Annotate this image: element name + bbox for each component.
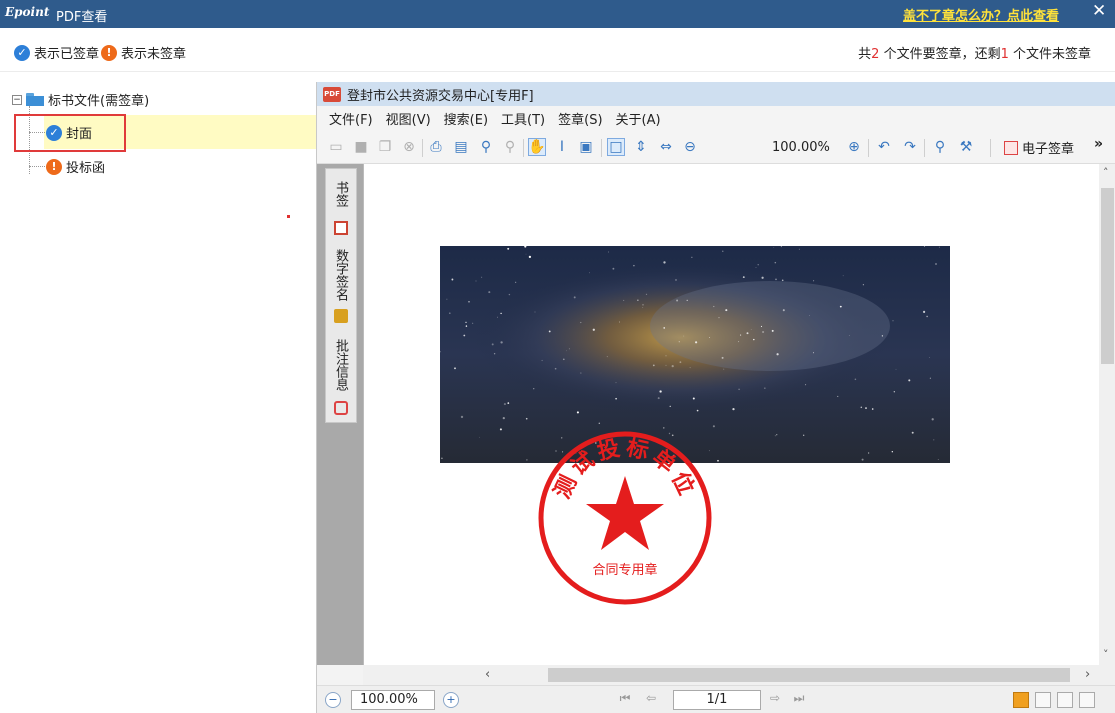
- legend-unsigned: ! 表示未签章: [101, 43, 186, 62]
- zoom-in-icon[interactable]: ⊕: [845, 138, 863, 156]
- file-tree: − 标书文件(需签章) ✓ 封面 ! 投标函: [0, 82, 316, 713]
- prev-page-icon[interactable]: ⇦: [641, 691, 661, 709]
- close-doc-icon[interactable]: ⊗: [400, 138, 418, 156]
- print-icon[interactable]: ⎙: [427, 138, 445, 156]
- vertical-scrollbar[interactable]: ˄ ˅: [1099, 164, 1115, 665]
- snapshot-icon[interactable]: ▣: [577, 138, 595, 156]
- menu-view[interactable]: 视图(V): [386, 109, 431, 128]
- toolbar: ▭ ■ ❐ ⊗ ⎙ ▤ ⚲ ⚲ ✋ I ▣ □ ⇕ ⇔ ⊖ 100.00% ⊕ …: [317, 130, 1115, 164]
- find-icon[interactable]: ⚲: [477, 138, 495, 156]
- rotate-left-icon[interactable]: ↶: [875, 138, 893, 156]
- fit-width-icon[interactable]: ⇔: [657, 138, 675, 156]
- toolbar-more-icon[interactable]: »: [1094, 136, 1103, 152]
- search-icon[interactable]: ⚲: [931, 138, 949, 156]
- tab-annotations[interactable]: 批注信息: [331, 339, 350, 391]
- legend-signed-label: 表示已签章: [34, 47, 100, 62]
- last-page-icon[interactable]: ⏭: [789, 691, 809, 709]
- zoom-in-icon[interactable]: +: [443, 692, 459, 708]
- copy-icon[interactable]: ❐: [376, 138, 394, 156]
- highlight-box: [14, 114, 126, 152]
- tools-icon[interactable]: ⚒: [957, 138, 975, 156]
- rotate-right-icon[interactable]: ↷: [901, 138, 919, 156]
- close-icon[interactable]: ✕: [1092, 1, 1106, 21]
- horizontal-scrollbar[interactable]: ‹ ›: [363, 665, 1115, 685]
- legend-signed: ✓ 表示已签章: [14, 43, 99, 62]
- zoom-out-icon[interactable]: ⊖: [681, 138, 699, 156]
- scroll-thumb[interactable]: [1101, 188, 1114, 364]
- scroll-left-icon[interactable]: ‹: [485, 667, 490, 682]
- continuous-view-icon[interactable]: [1057, 692, 1073, 708]
- e-sign-label: 电子签章: [1022, 142, 1075, 157]
- status-bar: − 100.00% + ⏮ ⇦ 1/1 ⇨ ⏭: [317, 685, 1115, 713]
- zoom-level[interactable]: 100.00%: [772, 140, 830, 155]
- tree-item-label: 投标函: [66, 161, 106, 176]
- exclamation-circle-icon: !: [46, 158, 62, 175]
- tree-item-bid-letter[interactable]: ! 投标函: [46, 157, 105, 176]
- tab-bookmarks[interactable]: 书签: [331, 181, 350, 207]
- e-sign-button[interactable]: 电子签章: [1004, 138, 1074, 157]
- viewer-title-bar: PDF 登封市公共资源交易中心[专用F]: [317, 82, 1115, 106]
- hand-tool-icon[interactable]: ✋: [528, 138, 546, 156]
- tree-root-label: 标书文件(需签章): [48, 94, 150, 109]
- side-panel: 书签 数字签名 批注信息: [317, 164, 363, 665]
- menu-search[interactable]: 搜索(E): [444, 109, 488, 128]
- tab-digital-signature[interactable]: 数字签名: [331, 249, 350, 301]
- pdf-viewer: PDF 登封市公共资源交易中心[专用F] 文件(F) 视图(V) 搜索(E) 工…: [316, 82, 1115, 713]
- two-page-view-icon[interactable]: [1035, 692, 1051, 708]
- scroll-right-icon[interactable]: ›: [1085, 667, 1090, 682]
- sign-summary: 共2 个文件要签章，还剩1 个文件未签章: [858, 47, 1091, 62]
- document-page[interactable]: 测试投标单位 合同专用章: [363, 164, 1099, 665]
- next-page-icon[interactable]: ⇨: [765, 691, 785, 709]
- menu-sign[interactable]: 签章(S): [558, 109, 602, 128]
- stamp-icon: [1004, 140, 1018, 155]
- bookmark-icon: [334, 221, 348, 235]
- save-icon[interactable]: ■: [352, 138, 370, 156]
- company-seal: 测试投标单位 合同专用章: [538, 431, 712, 605]
- app-logo: Epoint: [5, 5, 50, 19]
- seal-bottom-text: 合同专用章: [592, 562, 657, 578]
- actual-size-icon[interactable]: □: [607, 138, 625, 156]
- page-indicator[interactable]: 1/1: [673, 690, 761, 710]
- pdf-icon: PDF: [323, 86, 341, 102]
- document-title: 登封市公共资源交易中心[专用F]: [347, 88, 534, 104]
- first-page-icon[interactable]: ⏮: [615, 691, 635, 709]
- legend-unsigned-label: 表示未签章: [121, 47, 187, 62]
- check-circle-icon: ✓: [14, 44, 30, 61]
- tree-root[interactable]: − 标书文件(需签章): [12, 90, 149, 109]
- window-title: PDF查看: [56, 10, 108, 25]
- help-link[interactable]: 盖不了章怎么办？点此查看: [903, 5, 1059, 24]
- zoom-input[interactable]: 100.00%: [351, 690, 435, 710]
- menu-tools[interactable]: 工具(T): [501, 109, 545, 128]
- remaining-count: 1: [1000, 47, 1009, 62]
- continuous-two-page-view-icon[interactable]: [1079, 692, 1095, 708]
- collapse-icon[interactable]: −: [12, 94, 22, 105]
- single-page-view-icon[interactable]: [1013, 692, 1029, 708]
- fit-page-icon[interactable]: ⇕: [632, 138, 650, 156]
- select-text-icon[interactable]: I: [553, 138, 571, 156]
- side-tab-strip: 书签 数字签名 批注信息: [325, 168, 357, 423]
- menu-about[interactable]: 关于(A): [616, 109, 661, 128]
- lock-icon: [334, 309, 348, 323]
- exclamation-circle-icon: !: [101, 44, 117, 61]
- folder-icon: [26, 93, 44, 106]
- menu-file[interactable]: 文件(F): [329, 109, 373, 128]
- scroll-thumb[interactable]: [548, 668, 1070, 682]
- open-icon[interactable]: ▭: [327, 138, 345, 156]
- title-bar: Epoint PDF查看 盖不了章怎么办？点此查看 ✕: [0, 0, 1115, 28]
- menu-bar: 文件(F) 视图(V) 搜索(E) 工具(T) 签章(S) 关于(A): [317, 106, 1115, 130]
- properties-icon[interactable]: ▤: [452, 138, 470, 156]
- legend-row: ✓ 表示已签章 ! 表示未签章 共2 个文件要签章，还剩1 个文件未签章: [0, 28, 1115, 72]
- scroll-up-icon[interactable]: ˄: [1103, 166, 1109, 179]
- comment-icon: [334, 401, 348, 415]
- scroll-down-icon[interactable]: ˅: [1103, 648, 1109, 661]
- zoom-out-icon[interactable]: −: [325, 692, 341, 708]
- find-replace-icon[interactable]: ⚲: [501, 138, 519, 156]
